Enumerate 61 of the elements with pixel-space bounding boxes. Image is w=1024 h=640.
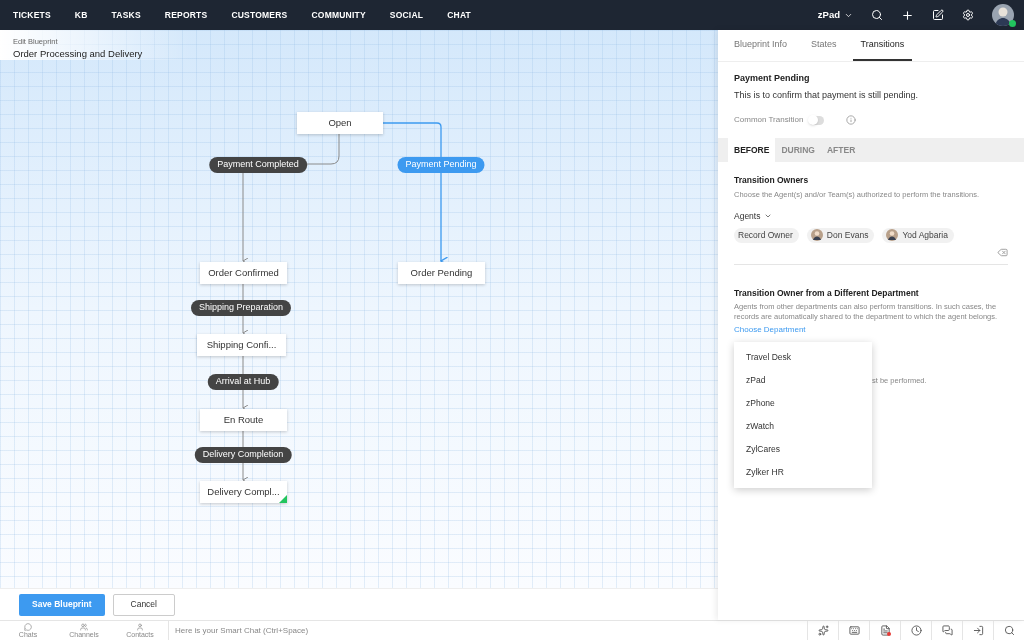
panel-tab[interactable]: Transitions — [852, 30, 913, 61]
search-icon[interactable] — [1003, 625, 1015, 636]
state-node[interactable]: Order Confirmed — [200, 262, 287, 284]
smart-chat-field[interactable]: Here is your Smart Chat (Ctrl+Space) — [168, 621, 807, 640]
agents-dropdown[interactable]: Agents — [734, 210, 773, 223]
state-node[interactable]: Open — [297, 112, 383, 134]
chat-bubbles-icon[interactable] — [941, 625, 953, 636]
nav-tab[interactable]: TASKS — [111, 8, 141, 22]
keyboard-icon[interactable] — [848, 625, 860, 636]
menu-item[interactable]: ZylCares — [734, 438, 872, 461]
search-icon[interactable] — [871, 9, 883, 21]
clock-icon[interactable] — [910, 625, 922, 636]
avatar-icon — [810, 229, 823, 242]
department-dropdown[interactable]: zPad — [817, 7, 853, 23]
nav-tab[interactable]: CHAT — [447, 8, 471, 22]
panel-tab[interactable]: States — [803, 30, 845, 61]
connector-line — [306, 133, 340, 165]
person-icon — [136, 622, 144, 631]
end-state-icon — [279, 495, 287, 503]
nav-tab[interactable]: CUSTOMERS — [231, 8, 288, 22]
transition-pill[interactable]: Delivery Completion — [194, 447, 292, 463]
menu-item[interactable]: Zylker HR — [734, 461, 872, 484]
agent-chip[interactable]: Yod Agbaria — [882, 227, 954, 243]
toggle-label: Common Transition — [734, 114, 804, 126]
transition-pill[interactable]: Payment Completed — [209, 157, 307, 173]
menu-item[interactable]: Travel Desk — [734, 346, 872, 369]
menu-item[interactable]: zPad — [734, 369, 872, 392]
nav-tab[interactable]: TICKETS — [13, 8, 51, 22]
nav-tab[interactable]: REPORTS — [164, 8, 208, 22]
transition-description: This is to confirm that payment is still pending. — [734, 88, 920, 102]
transition-pill[interactable]: Shipping Preparation — [190, 300, 292, 316]
notes-icon[interactable] — [879, 625, 891, 636]
nav-tab[interactable]: COMMUNITY — [311, 8, 366, 22]
state-node[interactable]: Shipping Confi... — [197, 334, 286, 356]
agent-chip[interactable]: Record Owner — [734, 227, 799, 243]
people-icon — [80, 622, 88, 631]
settings-icon[interactable] — [962, 9, 974, 21]
menu-item[interactable]: zWatch — [734, 415, 872, 438]
smart-chat-input: Here is your Smart Chat (Ctrl+Space) — [175, 624, 807, 637]
page-title: Order Processing and Delivery — [13, 47, 143, 62]
transition-name: Payment Pending — [734, 72, 811, 85]
state-node[interactable]: En Route — [200, 409, 287, 431]
state-node[interactable]: Delivery Compl... — [200, 481, 287, 503]
user-avatar[interactable] — [992, 4, 1014, 26]
cancel-button[interactable]: Cancel — [112, 593, 175, 616]
menu-item[interactable]: zPhone — [734, 392, 872, 415]
avatar-icon — [886, 229, 899, 242]
chat-icon — [24, 622, 32, 631]
phase-tab[interactable]: BEFORE — [728, 138, 776, 162]
section-title: Transition Owners — [734, 174, 810, 187]
agent-chip[interactable]: Don Evans — [806, 227, 875, 243]
plus-icon[interactable] — [901, 8, 914, 22]
nav-tab[interactable]: KB — [74, 8, 88, 22]
nav-tab[interactable]: SOCIAL — [389, 8, 424, 22]
sign-in-icon[interactable] — [972, 625, 984, 636]
note-icon[interactable] — [932, 9, 944, 21]
section-title: Transition Owner from a Different Department — [734, 286, 920, 300]
transition-pill[interactable]: Arrival at Hub — [207, 374, 279, 390]
state-node[interactable]: Order Pending — [398, 262, 485, 284]
panel-tab[interactable]: Blueprint Info — [726, 30, 796, 61]
common-transition-toggle[interactable] — [809, 115, 825, 125]
